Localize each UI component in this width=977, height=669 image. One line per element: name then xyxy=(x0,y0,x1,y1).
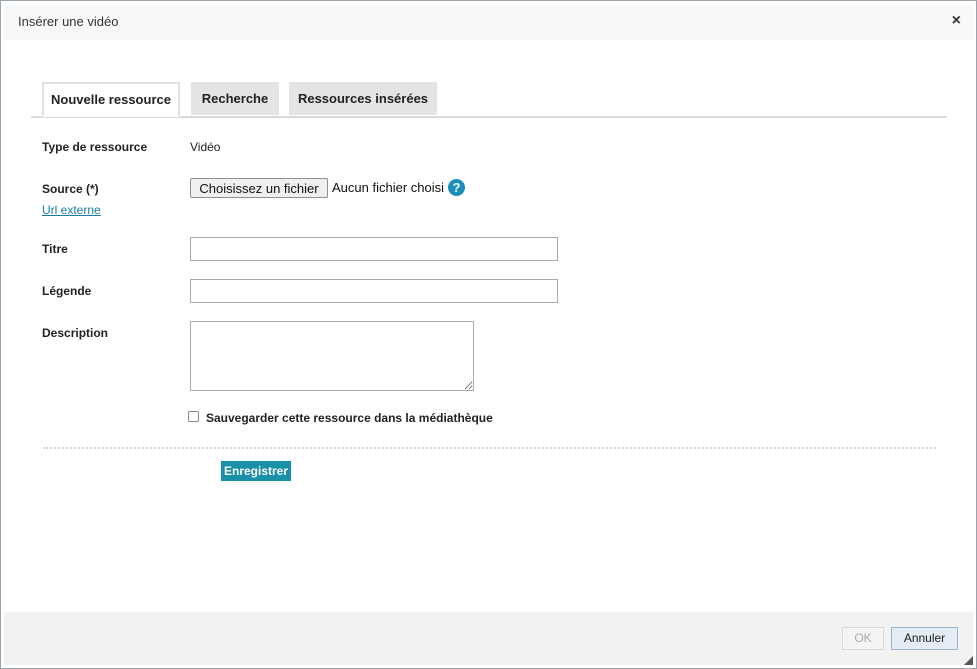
dialog-footer: OK Annuler xyxy=(4,612,973,665)
help-icon[interactable]: ? xyxy=(448,179,465,196)
caption-input[interactable] xyxy=(190,279,558,303)
tab-inserted-resources[interactable]: Ressources insérées xyxy=(289,82,437,115)
close-icon[interactable]: × xyxy=(952,12,961,30)
save-to-library-checkbox[interactable] xyxy=(188,411,199,422)
external-url-link[interactable]: Url externe xyxy=(42,203,101,217)
insert-video-dialog: Insérer une vidéo × Nouvelle ressource R… xyxy=(0,0,977,669)
title-label: Titre xyxy=(42,242,68,256)
ok-button[interactable]: OK xyxy=(842,627,884,650)
divider xyxy=(43,447,936,449)
choose-file-button[interactable]: Choisissez un fichier xyxy=(190,178,328,198)
title-input[interactable] xyxy=(190,237,558,261)
resource-type-label: Type de ressource xyxy=(42,140,148,154)
tab-search[interactable]: Recherche xyxy=(191,82,279,115)
dialog-title: Insérer une vidéo xyxy=(18,14,119,29)
resource-type-value: Vidéo xyxy=(190,140,221,154)
description-textarea[interactable] xyxy=(190,321,474,391)
caption-label: Légende xyxy=(42,284,92,298)
file-status: Aucun fichier choisi xyxy=(332,180,444,195)
dialog-body: Nouvelle ressource Recherche Ressources … xyxy=(4,40,973,612)
description-label: Description xyxy=(42,326,109,340)
cancel-button[interactable]: Annuler xyxy=(891,627,958,650)
resize-handle-icon[interactable] xyxy=(964,656,973,665)
tab-new-resource[interactable]: Nouvelle ressource xyxy=(42,82,180,117)
tab-bar: Nouvelle ressource Recherche Ressources … xyxy=(31,82,947,118)
dialog-titlebar[interactable]: Insérer une vidéo × xyxy=(4,4,973,40)
save-button[interactable]: Enregistrer xyxy=(221,461,291,481)
source-label: Source (*) xyxy=(42,182,99,196)
save-to-library-label[interactable]: Sauvegarder cette ressource dans la médi… xyxy=(206,411,493,425)
